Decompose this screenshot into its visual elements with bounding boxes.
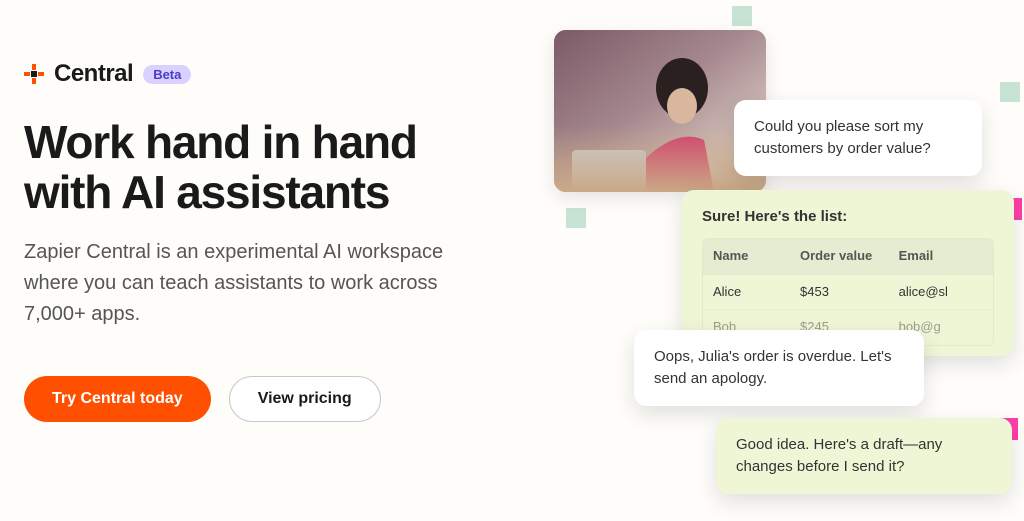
chat-text: Sure! Here's the list: xyxy=(702,206,994,228)
cell-order: $453 xyxy=(790,275,889,310)
table-header-row: Name Order value Email xyxy=(703,239,993,274)
col-email: Email xyxy=(889,239,993,274)
cell-name: Alice xyxy=(703,275,790,310)
hero-headline: Work hand in hand with AI assistants xyxy=(24,118,514,217)
chat-text: Could you please sort my customers by or… xyxy=(754,118,931,157)
beta-badge: Beta xyxy=(143,65,191,84)
col-order: Order value xyxy=(790,239,889,274)
central-logo-icon xyxy=(24,64,44,84)
view-pricing-button[interactable]: View pricing xyxy=(229,376,381,422)
table-row: Alice $453 alice@sl xyxy=(703,274,993,310)
chat-text: Oops, Julia's order is overdue. Let's se… xyxy=(654,348,892,387)
col-name: Name xyxy=(703,239,790,274)
brand-lockup: Central Beta xyxy=(24,60,514,88)
chat-bubble-user: Could you please sort my customers by or… xyxy=(734,100,982,176)
deco-pixel-icon xyxy=(732,6,752,26)
try-central-button[interactable]: Try Central today xyxy=(24,376,211,422)
hero-subhead: Zapier Central is an experimental AI wor… xyxy=(24,237,444,330)
chat-bubble-user: Oops, Julia's order is overdue. Let's se… xyxy=(634,330,924,406)
deco-pixel-icon xyxy=(566,208,586,228)
chat-bubble-ai: Good idea. Here's a draft—any changes be… xyxy=(716,418,1012,494)
brand-name: Central xyxy=(54,60,133,88)
cta-row: Try Central today View pricing xyxy=(24,376,514,422)
chat-text: Good idea. Here's a draft—any changes be… xyxy=(736,436,942,475)
hero-illustration: Could you please sort my customers by or… xyxy=(544,0,1024,521)
deco-pixel-icon xyxy=(1000,82,1020,102)
cell-email: alice@sl xyxy=(889,275,993,310)
